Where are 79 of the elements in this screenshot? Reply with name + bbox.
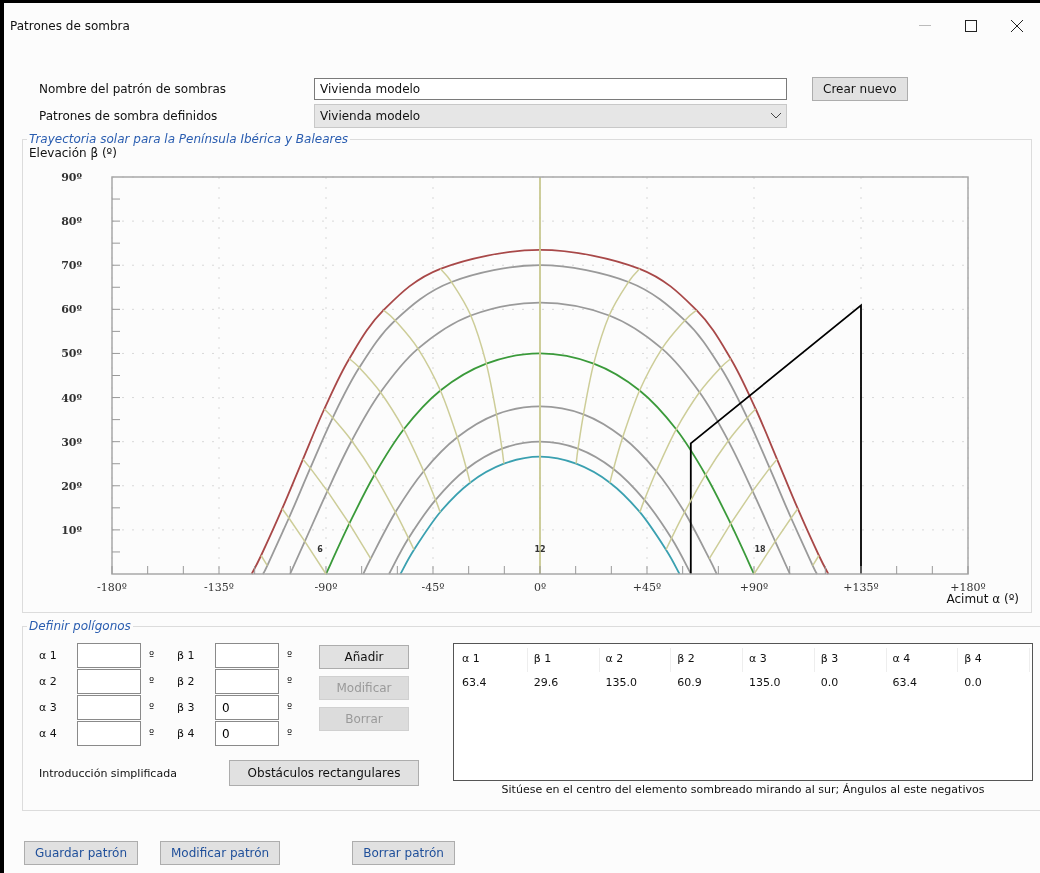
axis-tick-label: -90º	[314, 581, 338, 594]
table-cell-text: 60.9	[676, 675, 703, 691]
table-cell-text: 135.0	[604, 675, 638, 691]
table-cell-text: 0.0	[819, 675, 840, 691]
angle-label: α 1	[39, 649, 58, 662]
create-new-button[interactable]: Crear nuevo	[812, 77, 908, 101]
angle-field[interactable]	[77, 669, 141, 694]
column-header: α 4	[886, 648, 959, 672]
x-axis-title: Acimut α (º)	[946, 592, 1019, 606]
angle-field[interactable]	[77, 643, 141, 668]
axis-tick-label: 0º	[533, 581, 547, 594]
axis-tick-label: 40º	[61, 391, 82, 405]
angle-field[interactable]	[215, 669, 279, 694]
hour-label: 6	[317, 545, 323, 554]
angle-label: β 3	[177, 701, 196, 714]
axis-tick-label: 10º	[61, 523, 82, 537]
pattern-name-field[interactable]: Vivienda modelo	[314, 78, 787, 100]
column-header: α 1	[456, 648, 528, 672]
degree-unit: º	[286, 649, 294, 662]
axis-tick-label: -45º	[421, 581, 445, 594]
column-header: β 1	[527, 648, 600, 672]
pattern-button[interactable]: Modificar patrón	[160, 841, 281, 865]
angle-field[interactable]	[77, 721, 141, 746]
angle-label: α 3	[39, 701, 58, 714]
axis-tick-label: +90º	[739, 581, 769, 594]
angle-field[interactable]: 0	[215, 695, 279, 720]
hour-label: 18	[754, 545, 766, 554]
degree-unit: º	[148, 727, 156, 740]
axis-tick-label: +180º	[950, 581, 986, 594]
column-header: β 2	[671, 648, 743, 672]
axis-tick-label: +45º	[632, 581, 662, 594]
column-header: β 4	[958, 648, 1030, 672]
field-label: Patrones de sombra definidos	[39, 109, 219, 123]
angle-label: α 2	[39, 675, 58, 688]
hour-label: 12	[534, 545, 546, 554]
angle-label: β 2	[177, 675, 196, 688]
table-cell-text: 63.4	[461, 675, 488, 691]
group-title: Definir polígonos	[28, 619, 132, 633]
degree-unit: º	[148, 649, 156, 662]
axis-tick-label: 70º	[61, 259, 82, 273]
angle-field[interactable]: 0	[215, 721, 279, 746]
axis-tick-label: 80º	[61, 215, 82, 229]
axis-tick-label: -135º	[204, 581, 234, 594]
degree-unit: º	[286, 701, 294, 714]
field-label: Nombre del patrón de sombras	[39, 82, 227, 96]
pattern-button[interactable]: Borrar patrón	[352, 841, 455, 865]
patterns-dropdown[interactable]: Vivienda modelo	[314, 104, 787, 128]
column-header: β 3	[814, 648, 887, 672]
angle-label: α 4	[39, 727, 58, 740]
angle-label: β 1	[177, 649, 196, 662]
axis-tick-label: 90º	[61, 171, 82, 184]
degree-unit: º	[148, 675, 156, 688]
polygon-button[interactable]: Añadir	[319, 645, 409, 669]
degree-unit: º	[286, 675, 294, 688]
y-axis-title: Elevación β (º)	[29, 146, 117, 160]
column-header: α 2	[599, 648, 672, 672]
window-title: Patrones de sombra	[10, 19, 131, 33]
column-header: α 3	[743, 648, 815, 672]
hint-text: Sitúese en el centro del elemento sombreado mirando al sur; Ángulos al este negativos	[501, 783, 985, 796]
degree-unit: º	[148, 701, 156, 714]
angle-label: β 4	[177, 727, 196, 740]
degree-unit: º	[286, 727, 294, 740]
pattern-button[interactable]: Guardar patrón	[24, 841, 138, 865]
axis-tick-label: 60º	[61, 303, 82, 317]
table-cell-text: 29.6	[532, 675, 560, 691]
axis-tick-label: 50º	[61, 347, 82, 361]
angle-field[interactable]	[77, 695, 141, 720]
table-cell-text: 0.0	[963, 675, 983, 691]
axis-tick-label: 20º	[61, 479, 82, 493]
table-cell-text: 63.4	[891, 675, 918, 691]
simplified-label: Introducción simplificada	[39, 766, 177, 780]
angle-field[interactable]	[215, 643, 279, 668]
group-title: Trayectoria solar para la Península Ibérica y Baleares	[28, 132, 350, 146]
axis-tick-label: -180º	[97, 581, 127, 594]
chevron-icon	[771, 113, 781, 119]
axis-tick-label: +135º	[843, 581, 879, 594]
rectangular-obstacles-button[interactable]: Obstáculos rectangulares	[229, 760, 419, 786]
axis-tick-label: 30º	[61, 435, 82, 449]
table-cell-text: 135.0	[748, 675, 782, 691]
